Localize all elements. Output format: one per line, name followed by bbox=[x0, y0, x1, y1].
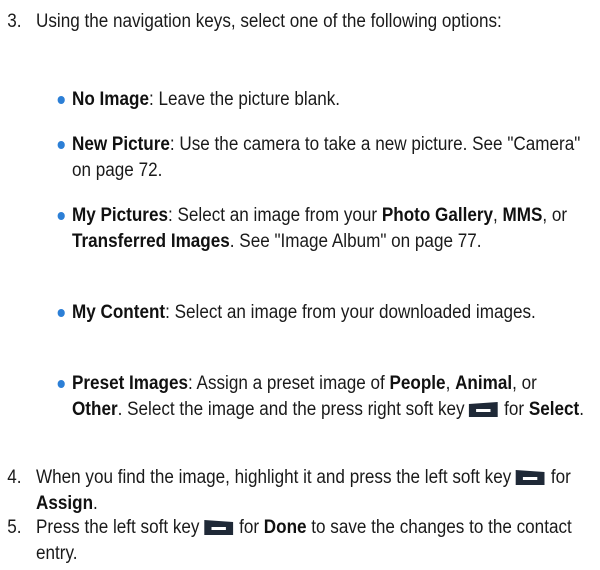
option-term: My Pictures bbox=[72, 205, 168, 226]
left-softkey-icon bbox=[515, 470, 545, 485]
left-softkey-icon bbox=[203, 520, 233, 535]
option-term: Preset Images bbox=[72, 373, 188, 394]
option-term: New Picture bbox=[72, 134, 170, 155]
option-text: My Content: Select an image from your do… bbox=[72, 302, 536, 323]
option-text: New Picture: Use the camera to take a ne… bbox=[72, 134, 581, 181]
step-number: 3. bbox=[7, 11, 22, 32]
right-softkey-icon bbox=[469, 402, 498, 417]
step-text: When you find the image, highlight it an… bbox=[36, 467, 571, 514]
bullet-icon bbox=[57, 212, 65, 220]
option-text: Preset Images: Assign a preset image of … bbox=[72, 373, 585, 420]
step-text: Using the navigation keys, select one of… bbox=[36, 11, 502, 32]
bullet-icon bbox=[57, 309, 65, 317]
bullet-icon bbox=[57, 96, 65, 104]
option-text: My Pictures: Select an image from your P… bbox=[72, 205, 568, 252]
bullet-icon bbox=[57, 141, 65, 149]
bullet-icon bbox=[57, 380, 65, 388]
step-number: 4. bbox=[7, 467, 22, 488]
step-text: Press the left soft key for Done to save … bbox=[36, 517, 572, 564]
option-term: No Image bbox=[72, 89, 149, 110]
option-term: My Content bbox=[72, 302, 166, 323]
option-text: No Image: Leave the picture blank. bbox=[72, 89, 341, 110]
manual-page: 3. Using the navigation keys, select one… bbox=[0, 0, 600, 570]
step-number: 5. bbox=[7, 517, 22, 538]
